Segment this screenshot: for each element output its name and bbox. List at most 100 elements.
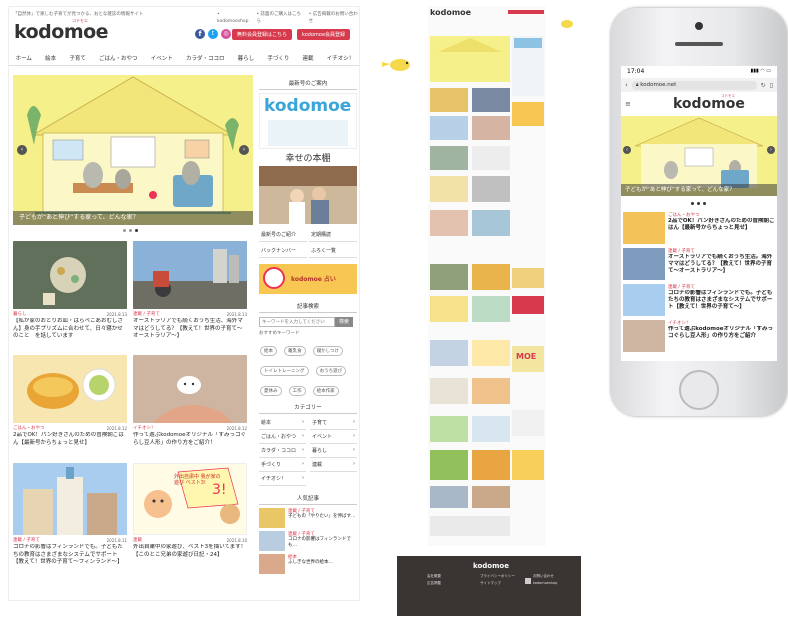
magazine-cover[interactable]: kodomoe <box>259 93 357 149</box>
category-item[interactable]: カラダ・ココロ › <box>259 444 306 458</box>
hero-prev-button[interactable]: ‹ <box>17 145 27 155</box>
nav-rensai[interactable]: 連載 <box>303 54 314 62</box>
earpiece <box>675 42 723 46</box>
hero-next-button[interactable]: › <box>239 145 249 155</box>
phone-article[interactable]: ごはん・おやつ 2品でOK！パン好きさんのための冒険朝ごはん【最新号からちょっと見… <box>623 212 775 246</box>
ranking-item[interactable]: 絵本 ふしぎな世界の絵本… <box>259 554 357 574</box>
keyword-chip[interactable]: 絵本作家 <box>312 386 339 396</box>
bookmark-icon[interactable]: ▯ <box>770 82 773 89</box>
article-card[interactable]: 連載 / 子育て 2021.8.13 オーストラリアでも続くおうち生活、海外ママは… <box>133 311 247 342</box>
top-link-ad[interactable]: • 広告掲載のお問い合わせ <box>309 11 359 25</box>
keyword-chip[interactable]: 寝かしつけ <box>312 346 343 356</box>
hero-slider[interactable]: 子どもが“あと伸び”する家って、どんな家？ ‹ › <box>13 75 253 225</box>
search-button[interactable]: 検索 <box>335 317 353 327</box>
nav-ichioshi[interactable]: イチオシ！ <box>327 54 355 62</box>
top-link-buy[interactable]: • 誌面のご購入はこちら <box>256 11 302 25</box>
nav-ehon[interactable]: 絵本 <box>45 54 56 62</box>
category-item[interactable]: イチオシ！ › <box>259 472 306 486</box>
issue-link[interactable]: 最新号のご紹介 <box>259 228 307 242</box>
phone-hero-caption: 子どもが“あと伸び”する家って、どんな家？ <box>621 184 777 196</box>
footer-link[interactable]: 広告掲載 <box>427 581 462 586</box>
phone-article[interactable]: 連載 / 子育て コロナの影響はフィンランドでも。子どもたちの教育はさまざまなシス… <box>623 284 775 318</box>
article-thumb[interactable]: 3! 外出自粛中 我が家の遊び ベスト3! <box>133 463 247 535</box>
article-tag: ごはん・おやつ <box>13 426 45 431</box>
nav-gohan[interactable]: ごはん・おやつ <box>99 54 138 62</box>
facebook-icon[interactable]: f <box>195 29 205 39</box>
article-thumb[interactable] <box>13 463 127 535</box>
category-item[interactable]: 暮らし › <box>310 444 357 458</box>
phone-article[interactable]: 連載 / 子育て オーストラリアでも続くおうち生活。海外ママはどうしてる？【教えて… <box>623 248 775 282</box>
ranking-item[interactable]: 連載 / 子育て 子どもの「やりたい」を伸ばす… <box>259 508 357 528</box>
nav-event[interactable]: イベント <box>151 54 173 62</box>
keyword-chip[interactable]: 夏休み <box>260 386 282 396</box>
category-item[interactable]: イベント › <box>310 430 357 444</box>
keyword-chip[interactable]: おうち遊び <box>315 366 347 376</box>
address-bar[interactable]: 🔒︎ kodomoe.net <box>631 80 757 90</box>
article-card[interactable]: 連載 2021.8.10 外出自粛中の家遊び、ベスト3を描いてます！【このとこ兄弟… <box>133 537 247 568</box>
footer-link[interactable]: 会社概要 <box>427 574 462 579</box>
hero-dot[interactable] <box>123 229 126 232</box>
nav-kosodate[interactable]: 子育て <box>69 54 86 62</box>
back-icon[interactable]: ‹ <box>625 81 628 89</box>
category-item[interactable]: 絵本 › <box>259 416 306 430</box>
phone-hero[interactable]: 子どもが“あと伸び”する家って、どんな家？ ‹ › <box>621 116 777 196</box>
article-card[interactable]: 暮らし 2021.8.13 【私が家のおとりお皿・はらぺこあおむしさん】身の手プリ… <box>13 311 127 342</box>
footer-link[interactable]: お問い合わせ <box>533 574 568 579</box>
keyword-chip[interactable]: 離乳食 <box>284 346 306 356</box>
issue-link[interactable]: 定期購読 <box>309 228 357 242</box>
home-button[interactable] <box>679 370 719 410</box>
keyword-chip[interactable]: 絵本 <box>260 346 277 356</box>
category-item[interactable]: 子育て › <box>310 416 357 430</box>
fortune-banner[interactable]: kodomoe 占い <box>259 264 357 294</box>
article-thumb[interactable] <box>133 355 247 423</box>
search-heading: 記事検索 <box>259 302 357 313</box>
search-input[interactable] <box>259 317 335 327</box>
hero-dot[interactable] <box>135 229 138 232</box>
article-card[interactable]: イチオシ！ 2021.8.12 作って遊ぶkodomoeオリジナル「すみっコぐらし… <box>133 425 247 456</box>
nav-karada[interactable]: カラダ・ココロ <box>186 54 225 62</box>
phone-article[interactable]: イチオシ！ 作って遊ぶkodomoeオリジナル「すみっコぐらし豆人形」の作り方をご… <box>623 320 775 354</box>
member-button[interactable]: kodomoe会員登録 <box>297 29 351 40</box>
keyword-chip[interactable]: 工作 <box>288 386 306 396</box>
footer-social-icon[interactable] <box>525 578 531 584</box>
article-card[interactable]: 連載 / 子育て 2021.8.11 コロナの影響はフィンランドでも。子どもたちの… <box>13 537 127 576</box>
category-list: 絵本 › 子育て › ごはん・おやつ › イベント › カラダ・ココロ › 暮らし › 手づ… <box>259 416 357 486</box>
issue-link[interactable]: バックナンバー <box>259 244 307 258</box>
phone-hero-prev[interactable]: ‹ <box>623 146 631 154</box>
footer-link[interactable]: サイトマップ <box>480 581 515 586</box>
hero-dot[interactable] <box>691 202 694 205</box>
menu-icon[interactable]: ≡ <box>625 100 631 108</box>
instagram-icon[interactable]: ◎ <box>221 29 231 39</box>
category-item[interactable]: 連載 › <box>310 458 357 472</box>
latest-issue-heading: 最新号のご案内 <box>259 79 357 90</box>
hero-dot[interactable] <box>703 202 706 205</box>
nav-home[interactable]: ホーム <box>16 54 32 62</box>
article-thumb[interactable] <box>133 241 247 309</box>
top-link-shop[interactable]: • kodomoeshop <box>217 11 250 25</box>
category-item[interactable]: 手づくり › <box>259 458 306 472</box>
site-logo[interactable]: kodomoe コドモエ <box>14 18 109 43</box>
issue-link[interactable]: ふろく一覧 <box>309 244 357 258</box>
phone-article-list: ごはん・おやつ 2品でOK！パン好きさんのための冒険朝ごはん【最新号からちょっと見… <box>623 212 775 354</box>
reload-icon[interactable]: ↻ <box>761 82 766 89</box>
newsletter-button[interactable]: 無料会員登録はこちら <box>232 29 293 40</box>
hero-dot[interactable] <box>697 202 700 205</box>
article-date: 2021.8.10 <box>226 538 247 543</box>
nav-kurashi[interactable]: 暮らし <box>238 54 255 62</box>
footer-link[interactable]: プライバシーポリシー <box>480 574 515 579</box>
article-card[interactable]: ごはん・おやつ 2021.8.12 2品でOK！パン好きさんのための冒険朝ごはん【… <box>13 425 127 456</box>
article-title: 【私が家のおとりお皿・はらぺこあおむしさん】身の手プリズムに合わせて、日々寝かせ… <box>13 318 124 339</box>
hero-dot[interactable] <box>129 229 132 232</box>
phone-hero-next[interactable]: › <box>767 146 775 154</box>
ranking-item[interactable]: 連載 / 子育て コロナの影響はフィンランドでも… <box>259 531 357 551</box>
keyword-chip[interactable]: トイレトレーニング <box>260 366 309 376</box>
site-footer: kodomoe 会社概要 プライバシーポリシー お問い合わせ 広告掲載 サイトマ… <box>397 556 581 616</box>
nav-tezukuri[interactable]: 手づくり <box>267 54 289 62</box>
article-thumb[interactable] <box>13 241 127 309</box>
twitter-icon[interactable]: t <box>208 29 218 39</box>
article-thumb[interactable] <box>13 355 127 423</box>
phone-article-title: 作って遊ぶkodomoeオリジナル「すみっコぐらし豆人形」の作り方をご紹介 <box>668 326 773 339</box>
category-item[interactable]: ごはん・おやつ › <box>259 430 306 444</box>
footer-link[interactable]: kodomoeshop <box>533 581 568 586</box>
article-date: 2021.8.13 <box>226 312 247 317</box>
